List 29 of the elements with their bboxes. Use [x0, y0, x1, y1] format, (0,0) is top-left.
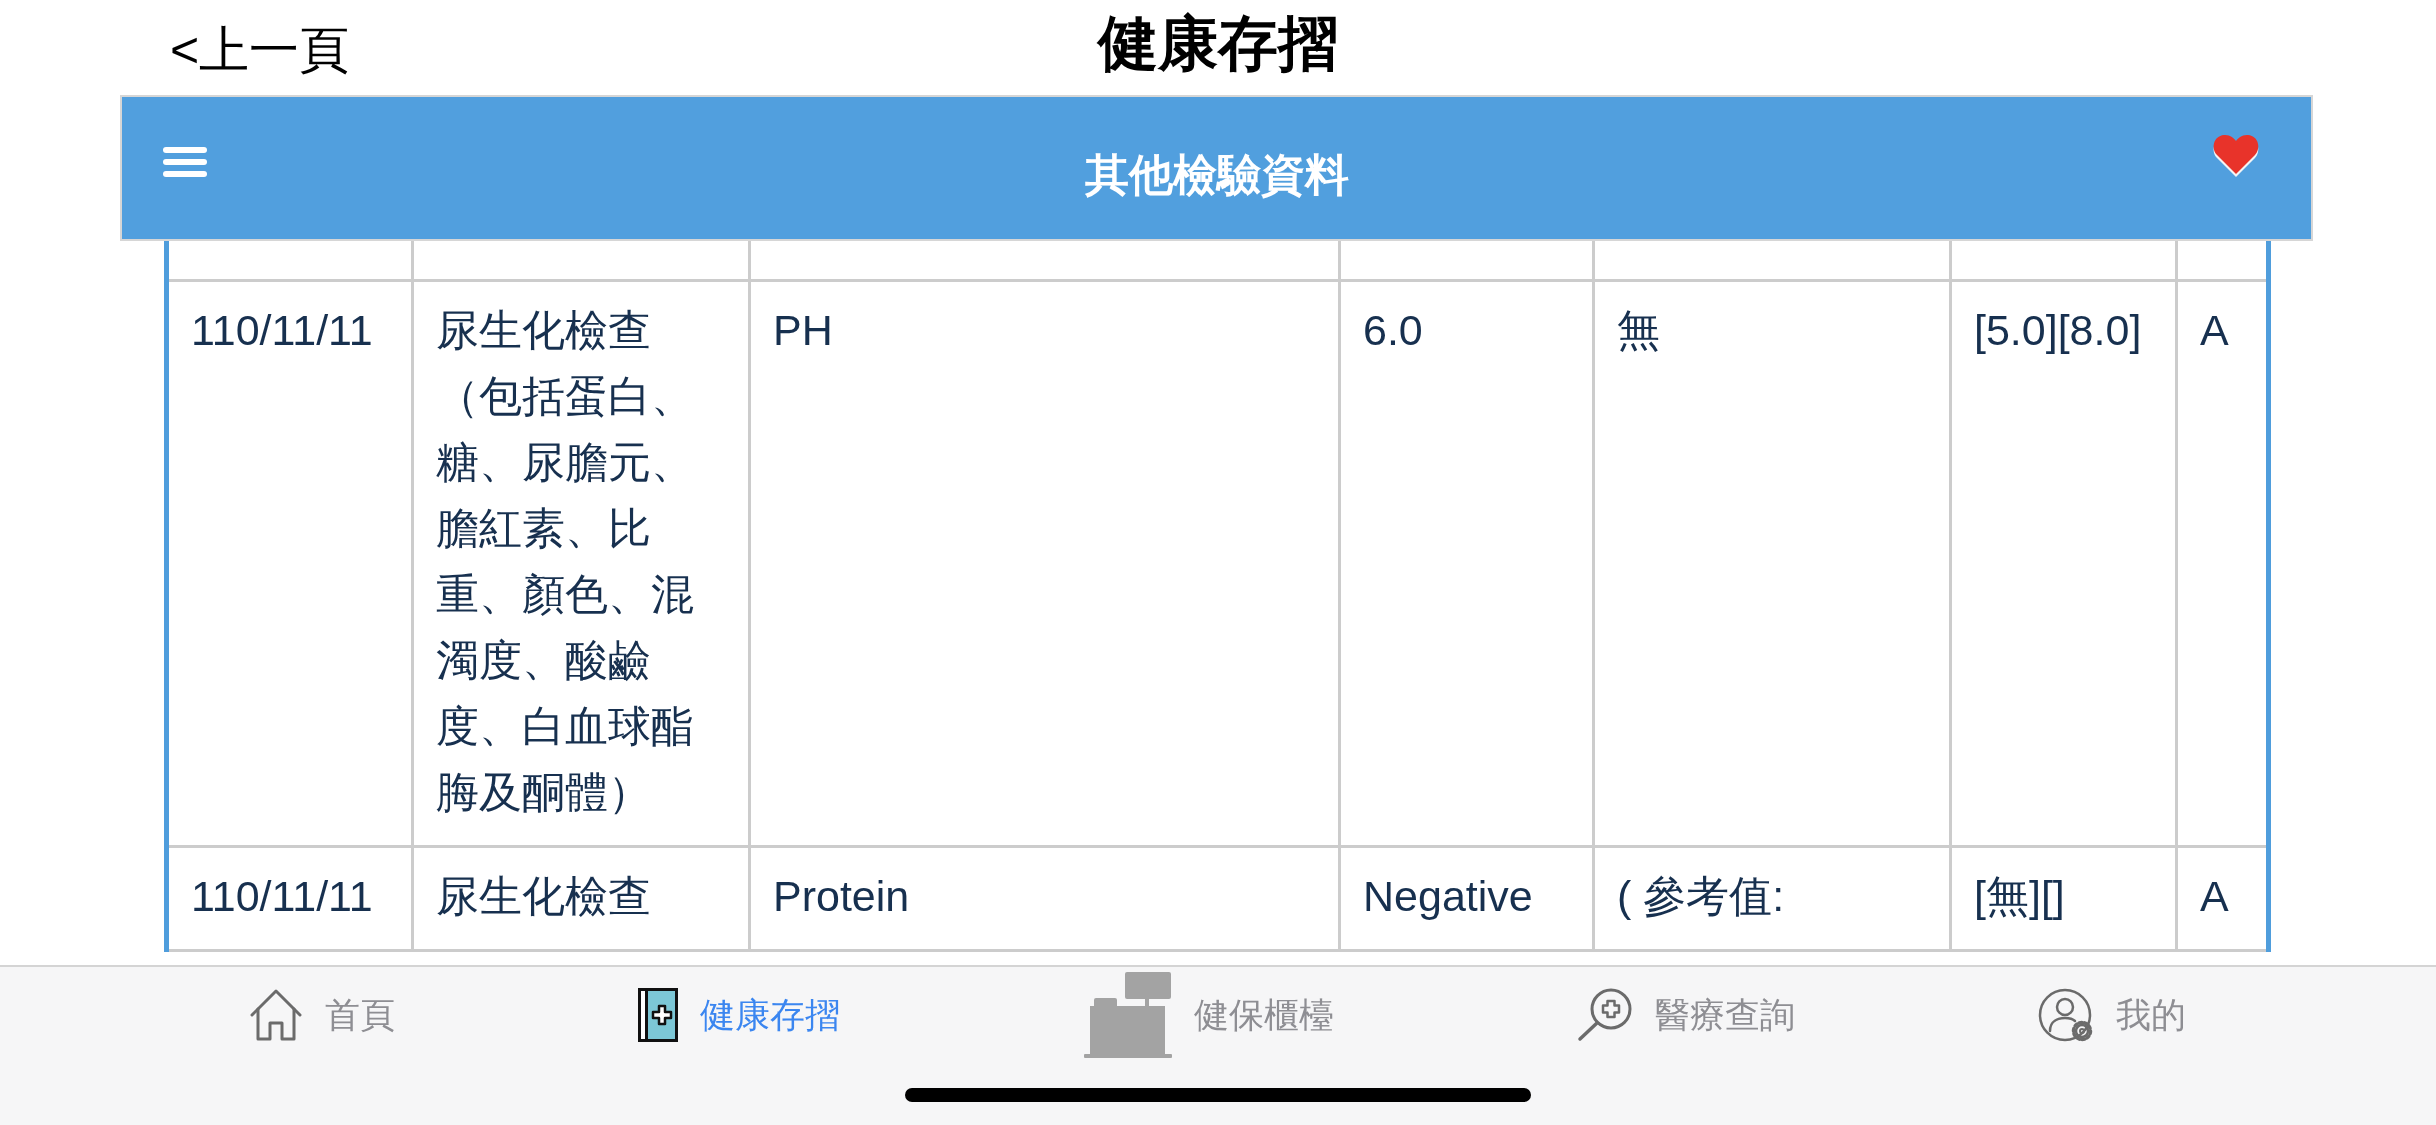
table-cell: 無	[1595, 282, 1952, 848]
heart-icon[interactable]	[2211, 132, 2261, 178]
table-cell: [無][]	[1952, 848, 2178, 952]
home-icon	[249, 988, 303, 1042]
tab[interactable]: 首頁	[249, 988, 395, 1042]
cash-register-icon	[1083, 972, 1172, 1058]
table-cell: 尿生化檢查	[414, 848, 751, 952]
magnifier-plus-icon	[1576, 988, 1633, 1042]
table-cell: A	[2178, 282, 2266, 848]
tab[interactable]: 健康存摺	[638, 988, 841, 1042]
header-title: 其他檢驗資料	[1084, 149, 1349, 201]
table-cell: 110/11/11	[169, 848, 414, 952]
table-cell: PH	[751, 282, 1341, 848]
table-cell: Protein	[751, 848, 1341, 952]
menu-icon[interactable]	[163, 147, 207, 177]
tab[interactable]: 健保櫃檯	[1083, 972, 1334, 1058]
book-cross-icon	[638, 988, 679, 1042]
tab[interactable]: 醫療查詢	[1576, 988, 1795, 1042]
tab[interactable]: 我的	[2038, 988, 2186, 1042]
table-cell: A	[2178, 848, 2266, 952]
person-gear-icon	[2038, 988, 2094, 1042]
table-cell: Negative	[1341, 848, 1595, 952]
table-cell: [5.0][8.0]	[1952, 282, 2178, 848]
table-cell: ( 參考值:	[1595, 848, 1952, 952]
table-cell: 尿生化檢查（包括蛋白、糖、尿膽元、膽紅素、比重、顏色、混濁度、酸鹼度、白血球酯脢及酮體）	[414, 282, 751, 848]
page-title: 健康存摺	[1098, 8, 1338, 79]
back-link[interactable]: <上一頁	[170, 19, 350, 80]
table-cell: 6.0	[1341, 282, 1595, 848]
table-cell: 110/11/11	[169, 282, 414, 848]
